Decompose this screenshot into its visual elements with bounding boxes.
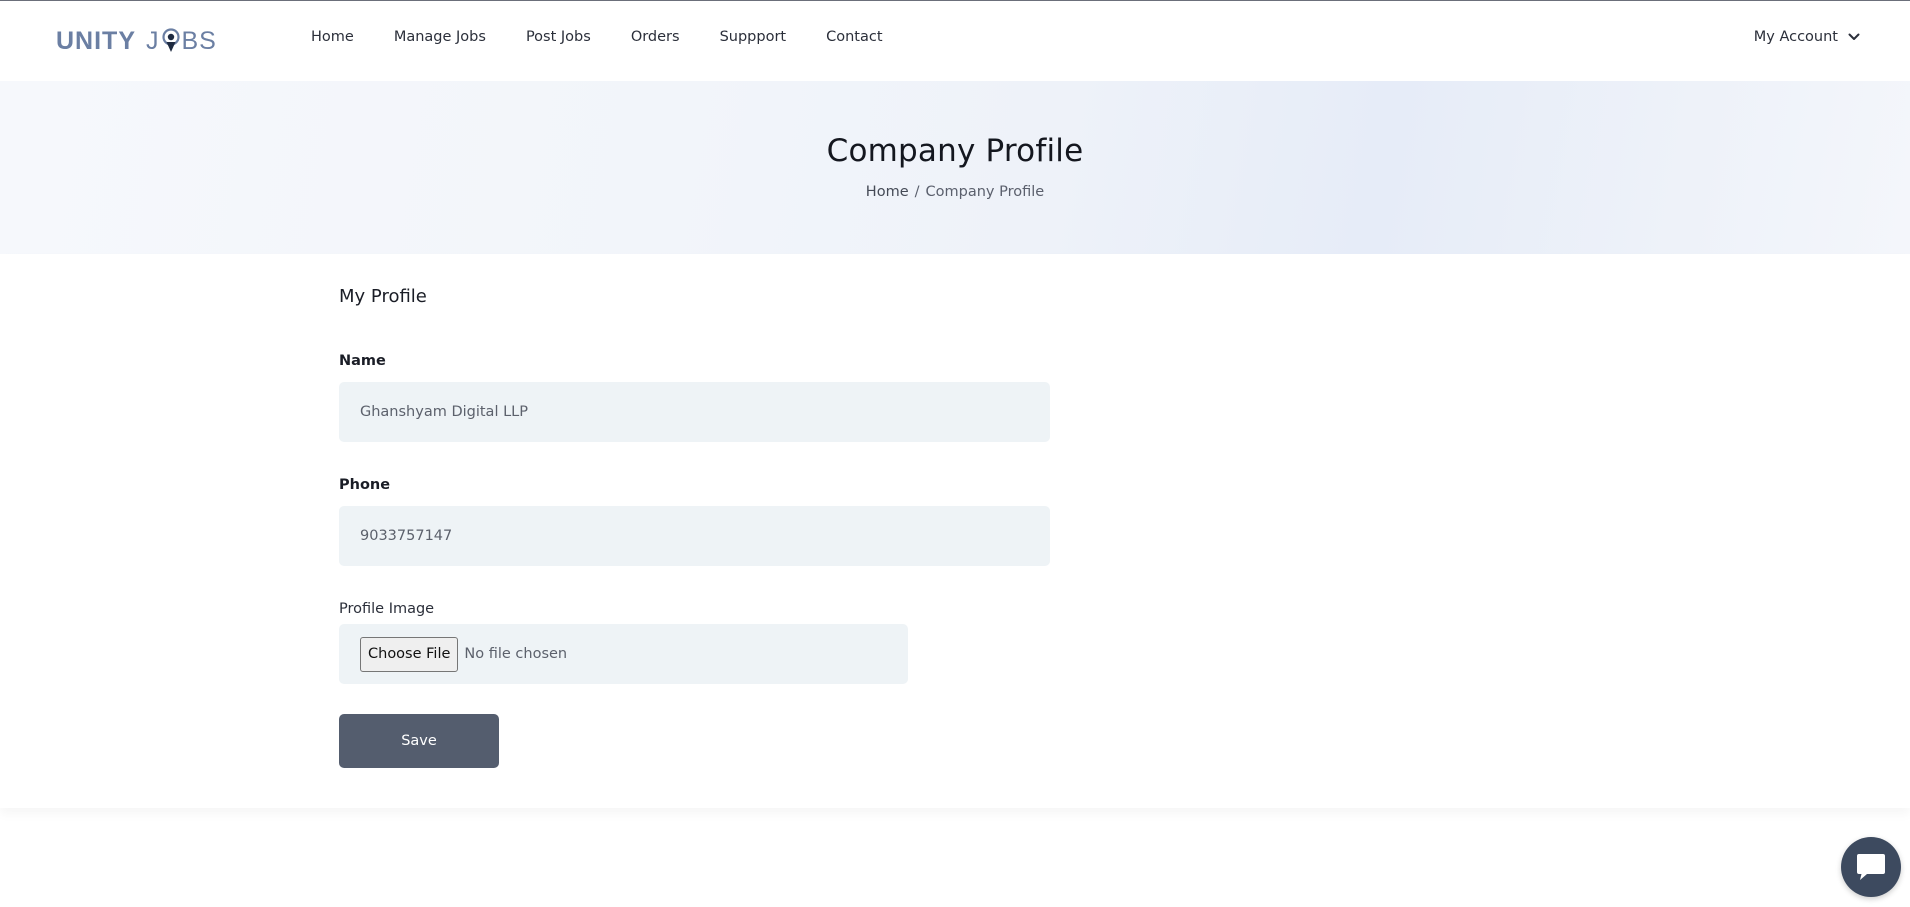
- logo-text-unity: UNITY: [56, 26, 136, 55]
- phone-label: Phone: [339, 477, 391, 493]
- profile-image-file-input: Choose File No file chosen: [339, 624, 908, 684]
- breadcrumb-current: Company Profile: [925, 184, 1045, 200]
- logo-text-jobs: J BS: [146, 27, 217, 56]
- logo-letters-bs: BS: [181, 26, 217, 55]
- location-pin-icon: [161, 28, 180, 52]
- logo-letter-j: J: [146, 26, 160, 55]
- my-account-label: My Account: [1753, 29, 1838, 45]
- save-button[interactable]: Save: [339, 714, 499, 768]
- unity-jobs-logo[interactable]: UNITY J BS: [56, 23, 217, 59]
- site-header: UNITY J BS Home Manage Jobs Post Jobs Or…: [0, 1, 1910, 81]
- profile-form-section: My Profile Name Phone Profile Image Choo…: [0, 254, 1910, 808]
- chevron-down-icon: [1848, 33, 1860, 40]
- chat-widget-button[interactable]: [1841, 837, 1901, 897]
- nav-manage-jobs[interactable]: Manage Jobs: [394, 29, 486, 45]
- nav-home[interactable]: Home: [311, 29, 354, 45]
- section-title: My Profile: [339, 286, 427, 307]
- profile-image-label: Profile Image: [339, 601, 435, 617]
- chat-bubble-icon: [1857, 854, 1885, 880]
- breadcrumb: Home / Company Profile: [0, 184, 1910, 200]
- nav-orders[interactable]: Orders: [631, 29, 680, 45]
- nav-contact[interactable]: Contact: [826, 29, 882, 45]
- page-title: Company Profile: [826, 133, 1084, 169]
- my-account-menu[interactable]: My Account: [1754, 29, 1860, 45]
- page-banner: Company Profile Home / Company Profile: [0, 81, 1910, 254]
- phone-input[interactable]: [339, 506, 1050, 566]
- name-label: Name: [339, 353, 386, 369]
- breadcrumb-separator: /: [914, 184, 920, 200]
- choose-file-button[interactable]: Choose File: [360, 636, 459, 672]
- nav-support[interactable]: Suppport: [720, 29, 787, 45]
- main-nav: Home Manage Jobs Post Jobs Orders Supppo…: [311, 29, 923, 45]
- nav-post-jobs[interactable]: Post Jobs: [526, 29, 591, 45]
- name-input[interactable]: [339, 382, 1050, 442]
- file-status-text: No file chosen: [464, 646, 568, 662]
- breadcrumb-home-link[interactable]: Home: [866, 184, 909, 200]
